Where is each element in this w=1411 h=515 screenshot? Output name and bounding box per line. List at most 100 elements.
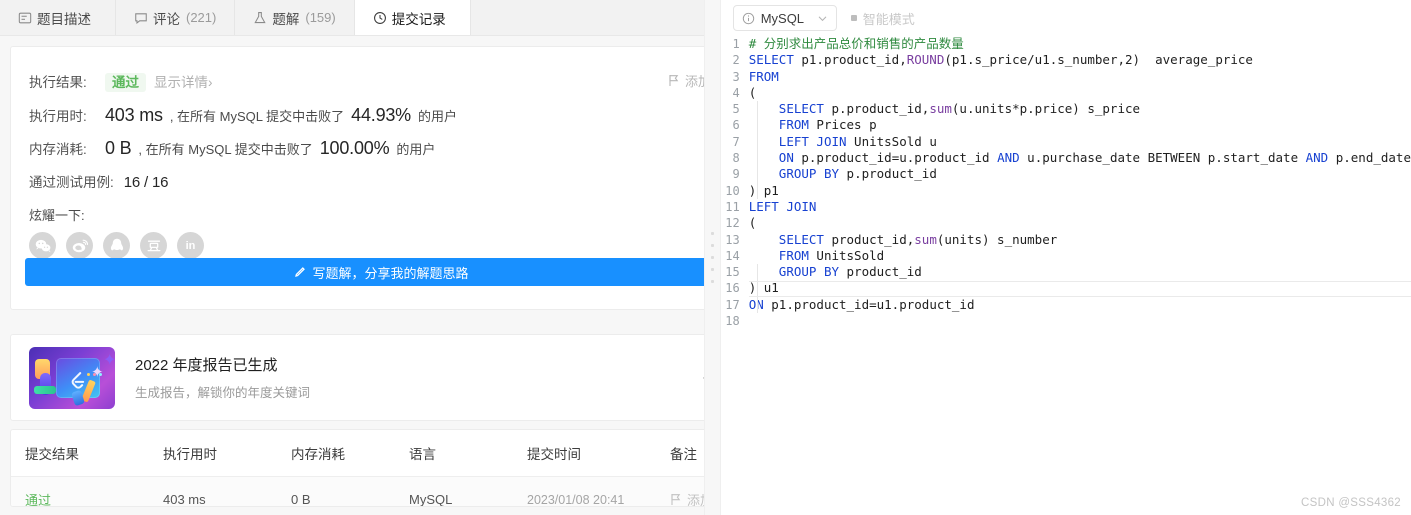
code-text[interactable]: LEFT JOIN bbox=[749, 199, 817, 215]
th-submitted: 提交时间 bbox=[527, 430, 670, 477]
linkedin-icon[interactable]: in bbox=[177, 232, 204, 259]
tab-comments[interactable]: 评论 (221) bbox=[116, 0, 236, 35]
th-result: 提交结果 bbox=[11, 430, 163, 477]
cell-result[interactable]: 通过 bbox=[25, 493, 51, 506]
code-text[interactable]: ( bbox=[749, 85, 757, 101]
cell-memory: 0 B bbox=[291, 476, 409, 506]
code-line: 3 FROM bbox=[721, 69, 1411, 85]
code-text[interactable]: SELECT p.product_id,sum(u.units*p.price)… bbox=[749, 101, 1140, 117]
line-number: 17 bbox=[725, 297, 740, 312]
exec-time-label: 执行用时: bbox=[29, 109, 87, 124]
th-note: 备注 bbox=[670, 430, 704, 477]
tab-count: (159) bbox=[305, 10, 336, 25]
submissions-table-card: 提交结果 执行用时 内存消耗 语言 提交时间 备注 通过 403 ms 0 B … bbox=[10, 429, 704, 507]
watermark: CSDN @SSS4362 bbox=[1301, 497, 1401, 509]
exec-time-percent: 44.93% bbox=[351, 105, 411, 125]
memory-mid: , 在所有 MySQL 提交中击败了 bbox=[138, 142, 313, 157]
weibo-icon[interactable] bbox=[66, 232, 93, 259]
smart-mode-toggle[interactable]: 智能模式 bbox=[850, 9, 915, 28]
line-number: 8 bbox=[732, 151, 740, 166]
banner-text: 2022 年度报告已生成 生成报告，解锁你的年度关键词 bbox=[135, 354, 310, 401]
wechat-icon[interactable] bbox=[29, 232, 56, 259]
show-detail-link[interactable]: 显示详情› bbox=[154, 71, 213, 91]
code-lines: 1 # 分别求出产品总价和销售的产品数量 2 SELECT p1.product_id… bbox=[721, 36, 1411, 329]
memory-value: 0 B bbox=[105, 138, 132, 158]
line-number: 15 bbox=[725, 265, 740, 280]
exec-result-row: 执行结果: 通过 显示详情› bbox=[29, 71, 457, 93]
line-number: 18 bbox=[725, 314, 740, 329]
code-text[interactable]: ON p.product_id=u.product_id AND u.purch… bbox=[749, 150, 1411, 166]
banner-subtitle: 生成报告，解锁你的年度关键词 bbox=[135, 386, 311, 400]
line-number: 6 bbox=[732, 118, 740, 133]
write-solution-button[interactable]: 写题解，分享我的解题思路 bbox=[25, 258, 704, 286]
code-text[interactable]: ( bbox=[749, 215, 757, 231]
write-solution-label: 写题解，分享我的解题思路 bbox=[312, 265, 469, 281]
pencil-icon bbox=[294, 266, 306, 278]
code-text[interactable]: SELECT product_id,sum(units) s_number bbox=[749, 232, 1057, 248]
code-text[interactable]: ON p1.product_id=u1.product_id bbox=[749, 297, 975, 313]
code-text[interactable]: ) u1 bbox=[749, 280, 779, 296]
code-text[interactable]: # 分别求出产品总价和销售的产品数量 bbox=[749, 36, 964, 52]
annual-report-illustration: ✦ ✦ bbox=[29, 346, 115, 409]
code-line: 17 ON p1.product_id=u1.product_id bbox=[721, 297, 1411, 313]
code-text[interactable]: LEFT JOIN UnitsSold u bbox=[749, 134, 937, 150]
testcase-label: 通过测试用例: bbox=[29, 175, 114, 190]
memory-percent: 100.00% bbox=[319, 138, 390, 158]
tab-bar: 题目描述 评论 (221) 题解 (159) 提交记录 bbox=[0, 0, 704, 36]
code-line: 18 bbox=[721, 313, 1411, 329]
code-text[interactable]: GROUP BY p.product_id bbox=[749, 166, 937, 182]
code-text[interactable]: ) p1 bbox=[749, 183, 779, 199]
code-text[interactable]: FROM Prices p bbox=[749, 117, 877, 133]
code-text[interactable]: FROM UnitsSold bbox=[749, 248, 884, 264]
code-line: 14 FROM UnitsSold bbox=[721, 248, 1411, 264]
code-line: 11 LEFT JOIN bbox=[721, 199, 1411, 215]
douban-icon[interactable] bbox=[140, 232, 167, 259]
flask-icon bbox=[253, 11, 267, 25]
arrow-right-icon[interactable] bbox=[703, 371, 704, 385]
code-line: 10) p1 bbox=[721, 183, 1411, 199]
line-number: 9 bbox=[732, 167, 740, 182]
exec-time-value: 403 ms bbox=[105, 105, 163, 125]
code-text[interactable]: FROM bbox=[749, 69, 779, 85]
line-number: 7 bbox=[732, 134, 740, 149]
language-select-value: MySQL bbox=[760, 10, 805, 26]
line-number: 4 bbox=[732, 85, 740, 100]
line-number: 12 bbox=[725, 216, 740, 231]
comment-icon bbox=[134, 11, 148, 25]
th-time: 执行用时 bbox=[163, 430, 291, 477]
tab-solutions[interactable]: 题解 (159) bbox=[235, 0, 355, 35]
add-note-label: 添加备注 bbox=[684, 74, 704, 89]
show-detail-label: 显示详情 bbox=[154, 75, 208, 90]
annual-report-banner[interactable]: ✦ ✦ 2022 年度报告已生成 生成报告，解锁你的年度关键词 bbox=[10, 334, 704, 421]
code-text[interactable]: SELECT p1.product_id,ROUND(p1.s_price/u1… bbox=[749, 52, 1253, 68]
qq-icon[interactable] bbox=[103, 232, 130, 259]
code-text[interactable]: GROUP BY product_id bbox=[749, 264, 922, 280]
cell-add-note-button[interactable]: 添加备注 bbox=[670, 490, 704, 506]
code-line: 9 GROUP BY p.product_id bbox=[721, 166, 1411, 182]
code-line: 8 ON p.product_id=u.product_id AND u.pur… bbox=[721, 150, 1411, 166]
banner-title: 2022 年度报告已生成 bbox=[135, 357, 278, 374]
line-number: 5 bbox=[732, 102, 740, 117]
table-row[interactable]: 通过 403 ms 0 B MySQL 2023/01/08 20:41 添 bbox=[11, 476, 704, 506]
line-number: 13 bbox=[725, 232, 740, 247]
language-select[interactable]: MySQL bbox=[732, 5, 837, 31]
flag-icon bbox=[670, 493, 682, 506]
code-line: 16) u1 bbox=[721, 280, 1411, 296]
line-number: 2 bbox=[732, 53, 740, 68]
line-number: 1 bbox=[732, 37, 740, 51]
memory-row: 内存消耗: 0 B , 在所有 MySQL 提交中击败了 100.00% 的用户 bbox=[29, 138, 457, 159]
tab-label: 提交记录 bbox=[391, 11, 446, 27]
add-note-button[interactable]: 添加备注 bbox=[668, 71, 704, 90]
cell-language: MySQL bbox=[409, 476, 527, 506]
exec-time-suffix: 的用户 bbox=[418, 109, 458, 124]
code-editor[interactable]: 1 # 分别求出产品总价和销售的产品数量 2 SELECT p1.product_id… bbox=[721, 36, 1411, 515]
chevron-down-icon bbox=[817, 13, 828, 24]
tab-description[interactable]: 题目描述 bbox=[0, 0, 116, 35]
th-memory: 内存消耗 bbox=[291, 430, 409, 477]
testcase-row: 通过测试用例: 16 / 16 bbox=[29, 171, 457, 191]
social-share-row: in bbox=[29, 232, 457, 259]
info-icon bbox=[742, 12, 755, 25]
code-line: 12 ( bbox=[721, 215, 1411, 231]
panel-splitter[interactable] bbox=[703, 0, 721, 515]
tab-submissions[interactable]: 提交记录 bbox=[354, 0, 471, 35]
